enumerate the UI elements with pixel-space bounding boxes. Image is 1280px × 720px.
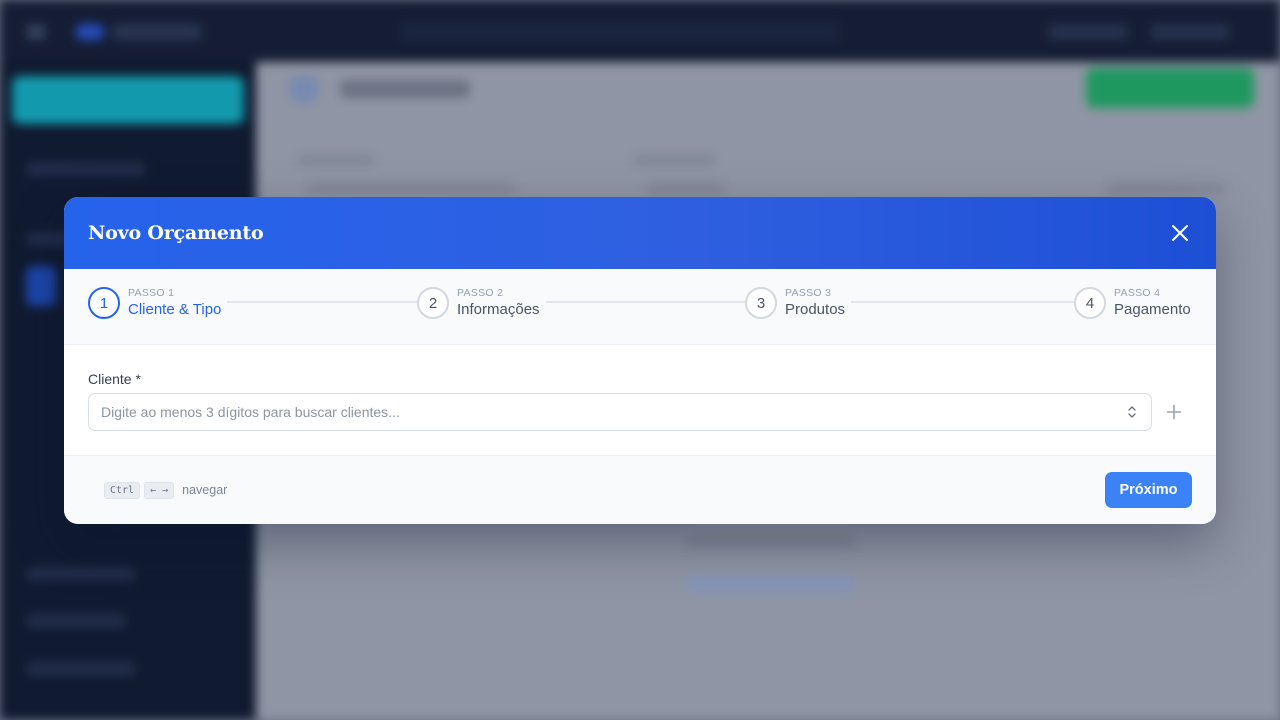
step-kicker: PASSO 4 xyxy=(1114,287,1161,299)
modal-header: Novo Orçamento xyxy=(64,197,1216,269)
step-connector xyxy=(120,301,1160,303)
client-field-row xyxy=(88,393,1192,431)
kbd-ctrl: Ctrl xyxy=(104,481,141,499)
step-label: Informações xyxy=(457,301,540,318)
step-3[interactable]: 3 PASSO 3 Produtos xyxy=(745,286,852,320)
step-kicker: PASSO 3 xyxy=(785,287,832,299)
navigate-hint: navegar xyxy=(182,483,228,497)
step-number: 3 xyxy=(745,287,777,319)
step-number: 4 xyxy=(1074,287,1106,319)
step-label: Pagamento xyxy=(1114,301,1191,318)
wizard-stepper: 1 PASSO 1 Cliente & Tipo 2 PASSO 2 Infor… xyxy=(64,269,1216,345)
modal-footer: Ctrl ← → navegar Próximo xyxy=(64,455,1216,524)
step-label: Produtos xyxy=(785,301,846,318)
plus-icon xyxy=(1166,404,1182,420)
step-label: Cliente & Tipo xyxy=(128,301,222,318)
client-search-input[interactable] xyxy=(101,404,1081,420)
client-select[interactable] xyxy=(88,393,1152,431)
step-2[interactable]: 2 PASSO 2 Informações xyxy=(417,286,546,320)
close-button[interactable] xyxy=(1168,221,1192,245)
client-field-label: Cliente * xyxy=(88,371,141,387)
kbd-arrows: ← → xyxy=(144,481,175,499)
step-kicker: PASSO 2 xyxy=(457,287,504,299)
step-number: 1 xyxy=(88,287,120,319)
modal-title: Novo Orçamento xyxy=(88,222,264,244)
modal-body: Cliente * xyxy=(64,345,1216,457)
step-number: 2 xyxy=(417,287,449,319)
step-kicker: PASSO 1 xyxy=(128,287,175,299)
step-4[interactable]: 4 PASSO 4 Pagamento xyxy=(1074,286,1197,320)
keyboard-hints: Ctrl ← → navegar xyxy=(104,481,228,499)
close-icon xyxy=(1172,225,1188,241)
chevron-up-down-icon xyxy=(1128,406,1136,418)
add-client-button[interactable] xyxy=(1162,400,1186,424)
next-button[interactable]: Próximo xyxy=(1105,472,1192,508)
new-quote-modal: Novo Orçamento 1 PASSO 1 Cliente & Tipo … xyxy=(64,197,1216,524)
step-1[interactable]: 1 PASSO 1 Cliente & Tipo xyxy=(88,286,228,320)
